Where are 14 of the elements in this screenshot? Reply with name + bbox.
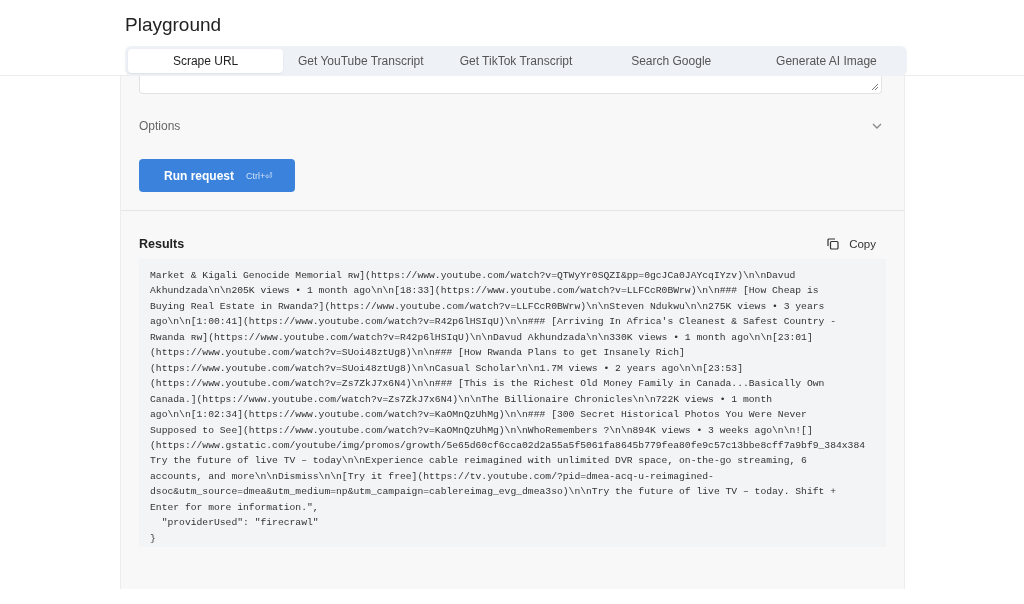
tab[interactable]: Search Google <box>593 49 749 73</box>
tab[interactable]: Get TikTok Transcript <box>438 49 594 73</box>
json-output: Market & Kigali Genocide Memorial ʀᴡ](https://www.youtube.com/watch?v=QTWyYr0SQZI&pp=0gcJCa0JAYcqIYzv)\n\nDavud Akhundzada\n\n205K views • 1 month ago\n\n[18:33](https://www.youtube.com/watch?v=LLFCcR0BWrw)\n\n### [How Cheap is Buying Real Estate in Rwanda?](https://www.youtube.com/watch?v=LLFCcR0BWrw)\n\nSteven Ndukwu\n\n275K views • 3 years ago\n\n[1:00:41](https://www.youtube.com/watch?v=R42p6lHSIqU)\n\n### [Arriving In Africa's Cleanest & Safest Country - Rwanda ʀᴡ](https://www.youtube.com/watch?v=R42p6lHSIqU)\n\nDavud Akhundzada\n\n330K views • 1 month ago\n\n[23:01] (https://www.youtube.com/watch?v=SUoi48ztUg8)\n\n### [How Rwanda Plans to get Insanely Rich] (https://www.youtube.com/watch?v=SUoi48ztUg8)\n\nCasual Scholar\n\n1.7M views • 2 years ago\n\n[23:53] (https://www.youtube.com/watch?v=Zs7ZkJ7x6N4)\n\n### [This is the Richest Old Money Family in Canada...Basically Own Canada.](https://www.youtube.com/watch?v=Zs7ZkJ7x6N4)\n\nThe Billionaire Chronicles\n\n722K views • 1 month ago\n\n[1:02:34](https://www.youtube.com/watch?v=KaOMnQzUhMg)\n\n### [300 Secret Historical Photos You Were Never Supposed to See](https://www.youtube.com/watch?v=KaOMnQzUhMg)\n\nWhoRemembers ?\n\n894K views • 3 weeks ago\n\n![] (https://www.gstatic.com/youtube/img/promos/growth/5e65d60cf6cca02d2a55a5f5061fa8645b779fea80fe9c57c13bbe8cff7a9bf9_384x384 Try the future of live TV – today\n\nExperience cable reimagined with unlimited DVR space, on-the-go streaming, 6 accounts, and more\n\nDismiss\n\n[Try it free](https://tv.youtube.com/?pid=dmea-acq-u-reimagined- dsoc&utm_source=dmea&utm_medium=np&utm_campaign=cablereimag_evg_dmea3so)\n\nTry the future of live TV – today. Shift + Enter for more information.", "providerUsed": "firecrawl" } <box>139 259 886 547</box>
tab[interactable]: Get YouTube Transcript <box>283 49 439 73</box>
shortcut-hint: Ctrl+⏎ <box>246 170 274 181</box>
results-heading: Results <box>139 237 185 251</box>
tab[interactable]: Scrape URL <box>128 49 284 73</box>
copy-icon <box>827 238 840 250</box>
copy-button[interactable]: Copy <box>827 238 876 250</box>
run-request-button[interactable]: Run request Ctrl+⏎ <box>139 159 296 192</box>
options-toggle[interactable]: Options <box>139 118 882 134</box>
resize-handle-icon[interactable] <box>871 83 878 90</box>
page-title: Playground <box>125 14 223 36</box>
tab[interactable]: Generate AI Image <box>748 49 904 73</box>
